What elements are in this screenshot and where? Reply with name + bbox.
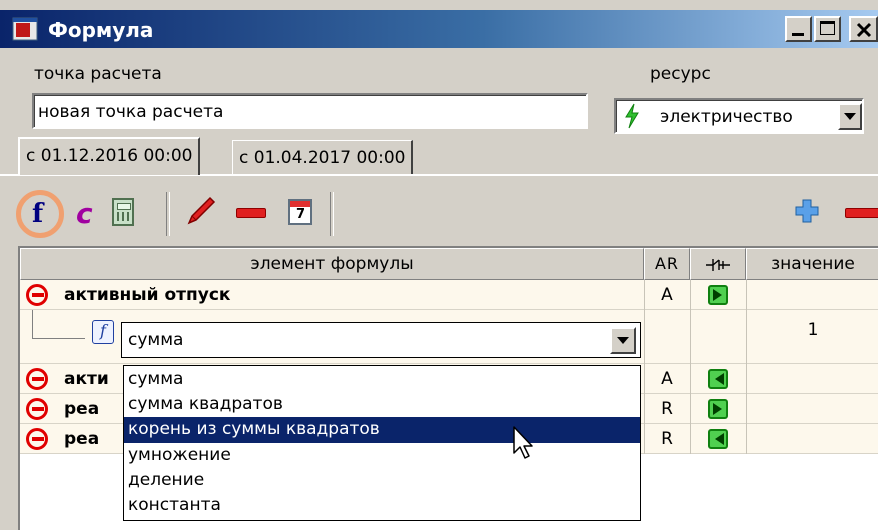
maximize-button[interactable] xyxy=(814,16,841,42)
row-ar: A xyxy=(661,369,673,389)
tab-period-1[interactable]: с 01.12.2016 00:00 xyxy=(18,137,201,175)
tree-connector xyxy=(32,310,85,339)
row-value: 1 xyxy=(807,320,819,340)
function-type-value: сумма xyxy=(128,330,184,350)
list-option[interactable]: сумма xyxy=(124,367,640,393)
list-option[interactable]: деление xyxy=(124,468,640,494)
list-option[interactable]: константа xyxy=(124,493,640,519)
close-button[interactable] xyxy=(849,16,878,42)
lightning-icon xyxy=(625,103,639,129)
minimize-icon xyxy=(792,33,804,36)
flow-direction-icon xyxy=(706,259,730,271)
list-option[interactable]: умножение xyxy=(124,443,640,469)
point-label: точка расчета xyxy=(34,64,162,84)
maximize-icon xyxy=(820,21,835,35)
resource-select[interactable]: электричество xyxy=(614,98,864,134)
function-type-dropdown-button[interactable] xyxy=(610,327,636,354)
function-node-icon: f xyxy=(92,320,114,344)
header-flow[interactable] xyxy=(690,248,746,280)
point-input[interactable]: новая точка расчета xyxy=(32,93,588,129)
column-divider xyxy=(644,280,645,454)
window-title: Формула xyxy=(48,18,154,42)
output-arrow-icon xyxy=(26,398,48,420)
list-option[interactable]: сумма квадратов xyxy=(124,392,640,418)
close-icon xyxy=(856,22,872,38)
row-name: реа xyxy=(64,429,100,449)
function-icon[interactable]: f xyxy=(32,199,43,229)
resource-label: ресурс xyxy=(650,64,711,84)
formula-window: Формула точка расчета новая точка расчет… xyxy=(0,0,878,530)
header-ar[interactable]: AR xyxy=(644,248,690,280)
chevron-down-icon xyxy=(617,337,629,344)
toolbar-separator xyxy=(330,192,334,236)
calendar-day: 7 xyxy=(296,207,306,222)
column-divider xyxy=(746,280,747,454)
remove-icon[interactable] xyxy=(845,208,878,218)
flow-in-icon[interactable] xyxy=(708,429,728,449)
chevron-down-icon xyxy=(844,113,856,120)
pencil-icon[interactable] xyxy=(186,196,216,226)
title-bar[interactable]: Формула xyxy=(0,10,878,48)
constant-icon[interactable]: c xyxy=(76,197,93,230)
row-name: активный отпуск xyxy=(64,285,231,305)
calculator-icon[interactable] xyxy=(112,198,134,226)
function-type-select[interactable]: сумма xyxy=(121,322,641,358)
app-icon xyxy=(12,17,38,41)
list-option-highlighted[interactable]: корень из суммы квадратов xyxy=(124,417,640,443)
add-icon[interactable] xyxy=(794,198,820,224)
flow-out-icon[interactable] xyxy=(708,285,728,305)
output-arrow-icon xyxy=(26,284,48,306)
output-arrow-icon xyxy=(26,428,48,450)
calendar-icon[interactable]: 7 xyxy=(288,199,312,225)
row-ar: R xyxy=(661,429,673,449)
row-name: акти xyxy=(64,369,109,389)
column-divider xyxy=(690,280,691,454)
row-name: реа xyxy=(64,399,100,419)
table-row[interactable]: активный отпуск A xyxy=(20,280,878,310)
resource-dropdown-button[interactable] xyxy=(838,103,862,130)
resource-value: электричество xyxy=(660,107,793,127)
minus-icon[interactable] xyxy=(236,208,266,218)
tab-period-2[interactable]: с 01.04.2017 00:00 xyxy=(232,140,414,174)
mouse-cursor-icon xyxy=(513,426,533,459)
flow-in-icon[interactable] xyxy=(708,369,728,389)
row-ar: A xyxy=(661,285,673,305)
flow-out-icon[interactable] xyxy=(708,399,728,419)
point-input-value: новая точка расчета xyxy=(38,102,224,122)
header-element[interactable]: элемент формулы xyxy=(20,248,644,280)
header-value[interactable]: значение xyxy=(746,248,878,280)
function-type-list[interactable]: сумма сумма квадратов корень из суммы кв… xyxy=(123,365,641,521)
minimize-button[interactable] xyxy=(785,16,812,42)
output-arrow-icon xyxy=(26,368,48,390)
toolbar-separator xyxy=(166,192,170,236)
row-ar: R xyxy=(661,399,673,419)
